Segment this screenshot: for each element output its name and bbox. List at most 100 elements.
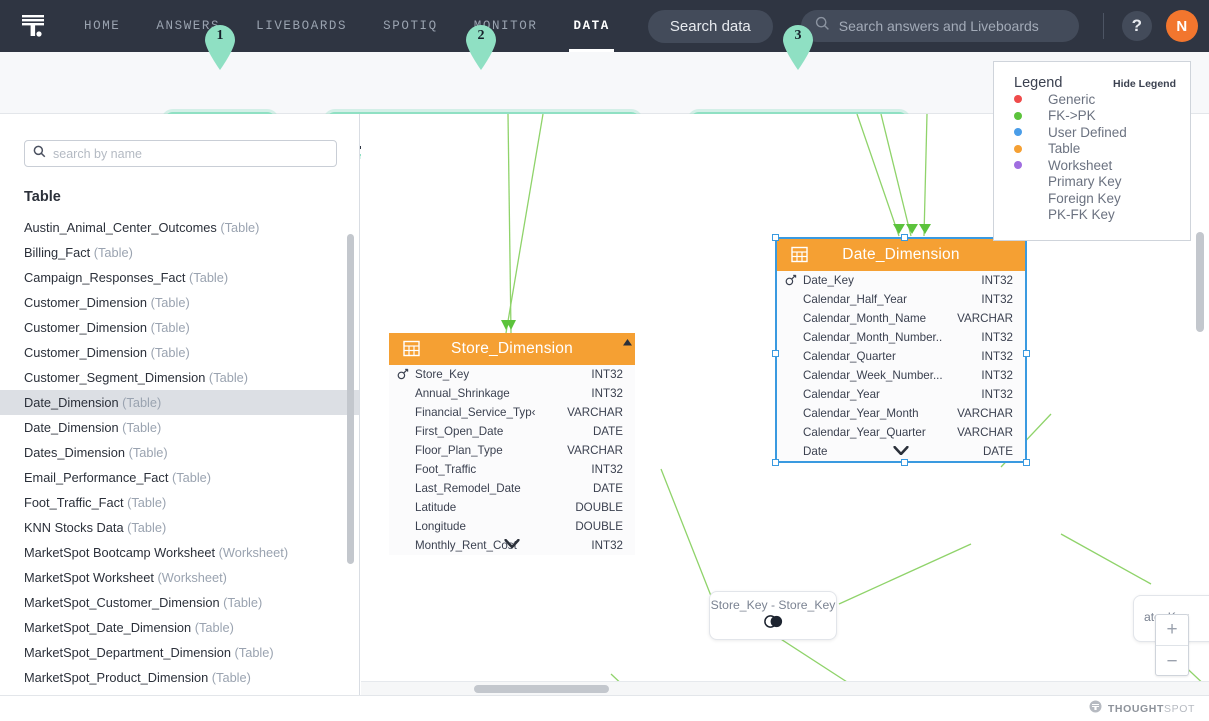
- table-card-header[interactable]: Store_Dimension: [389, 333, 635, 365]
- legend-color-dot-icon: [1014, 128, 1022, 136]
- zoom-in-button[interactable]: +: [1156, 615, 1188, 646]
- list-item-type: (Table): [185, 270, 228, 285]
- canvas-horizontal-scrollbar-thumb[interactable]: [474, 685, 609, 693]
- table-column-row[interactable]: Calendar_Week_Number...INT32: [777, 366, 1025, 385]
- canvas-vertical-scrollbar-thumb[interactable]: [1196, 232, 1204, 332]
- legend-color-dot-icon: [1014, 112, 1022, 120]
- resize-handle-e[interactable]: [1023, 350, 1030, 357]
- list-item[interactable]: MarketSpot_Date_Dimension (Table): [0, 615, 359, 640]
- list-item-type: (Table): [119, 420, 162, 435]
- sidebar-search-input[interactable]: search by name: [24, 140, 337, 167]
- resize-handle-se[interactable]: [1023, 459, 1030, 466]
- list-item-name: Foot_Traffic_Fact: [24, 495, 124, 510]
- resize-handle-nw[interactable]: [772, 234, 779, 241]
- list-item-name: MarketSpot_Product_Dimension: [24, 670, 208, 685]
- table-card-date-dimension[interactable]: Date_Dimension Date_KeyINT32Calendar_Hal…: [775, 237, 1027, 463]
- zoom-out-button[interactable]: −: [1156, 646, 1188, 677]
- list-item[interactable]: Customer_Segment_Dimension (Table): [0, 365, 359, 390]
- list-item-type: (Table): [125, 445, 168, 460]
- table-column-row[interactable]: Calendar_Half_YearINT32: [777, 290, 1025, 309]
- list-item[interactable]: Date_Dimension (Table): [0, 415, 359, 440]
- search-data-button[interactable]: Search data: [648, 10, 773, 43]
- expand-columns-caret-icon[interactable]: [505, 535, 520, 553]
- list-item[interactable]: Foot_Traffic_Fact (Table): [0, 490, 359, 515]
- list-item-name: Customer_Dimension: [24, 345, 147, 360]
- list-item[interactable]: Austin_Animal_Center_Outcomes (Table): [0, 215, 359, 240]
- list-item[interactable]: MarketSpot_Customer_Dimension (Table): [0, 590, 359, 615]
- table-column-row[interactable]: First_Open_DateDATE: [389, 422, 635, 441]
- step-marker-2: 2: [463, 23, 499, 71]
- list-item[interactable]: KNN Stocks Data (Table): [0, 515, 359, 540]
- list-item-type: (Table): [147, 345, 190, 360]
- user-avatar[interactable]: N: [1166, 10, 1198, 42]
- list-item-name: Billing_Fact: [24, 245, 90, 260]
- hide-legend-button[interactable]: Hide Legend: [1113, 78, 1176, 90]
- legend-entry-label: Foreign Key: [1048, 191, 1121, 206]
- collapse-caret-icon[interactable]: [622, 335, 633, 353]
- search-icon: [33, 145, 46, 163]
- table-column-row[interactable]: LongitudeDOUBLE: [389, 517, 635, 536]
- list-item[interactable]: Customer_Dimension (Table): [0, 290, 359, 315]
- list-item[interactable]: MarketSpot_Department_Dimension (Table): [0, 640, 359, 665]
- table-column-row[interactable]: Calendar_Year_MonthVARCHAR: [777, 404, 1025, 423]
- list-item[interactable]: Campaign_Responses_Fact (Table): [0, 265, 359, 290]
- table-column-row[interactable]: Calendar_QuarterINT32: [777, 347, 1025, 366]
- nav-item-home[interactable]: HOME: [66, 0, 138, 52]
- thoughtspot-brand: THOUGHTSPOT: [1089, 700, 1195, 718]
- table-column-row[interactable]: Annual_ShrinkageINT32: [389, 384, 635, 403]
- column-name: Calendar_Half_Year: [803, 292, 981, 308]
- column-data-type: VARCHAR: [567, 405, 623, 421]
- list-item[interactable]: Customer_Dimension (Table): [0, 315, 359, 340]
- help-button[interactable]: ?: [1122, 11, 1152, 41]
- step-marker-3-number: 3: [780, 28, 816, 44]
- global-search-input[interactable]: Search answers and Liveboards: [801, 10, 1079, 42]
- step-marker-3: 3: [780, 23, 816, 71]
- nav-item-liveboards[interactable]: LIVEBOARDS: [238, 0, 365, 52]
- list-item[interactable]: MarketSpot_Product_Dimension (Table): [0, 665, 359, 690]
- resize-handle-sw[interactable]: [772, 459, 779, 466]
- list-item[interactable]: Email_Performance_Fact (Table): [0, 465, 359, 490]
- sidebar-scrollbar-thumb[interactable]: [347, 234, 354, 564]
- table-column-row[interactable]: Last_Remodel_DateDATE: [389, 479, 635, 498]
- table-column-row[interactable]: LatitudeDOUBLE: [389, 498, 635, 517]
- search-icon: [815, 16, 830, 36]
- list-item-name: Customer_Segment_Dimension: [24, 370, 205, 385]
- nav-item-spotiq[interactable]: SPOTIQ: [365, 0, 456, 52]
- resize-handle-n[interactable]: [901, 234, 908, 241]
- list-item[interactable]: Dates_Dimension (Table): [0, 440, 359, 465]
- table-column-row[interactable]: Store_KeyINT32: [389, 365, 635, 384]
- join-label-store-key[interactable]: Store_Key - Store_Key: [709, 591, 837, 640]
- table-card-header[interactable]: Date_Dimension: [777, 239, 1025, 271]
- legend-panel: Legend Hide Legend GenericFK->PKUser Def…: [993, 61, 1191, 241]
- nav-item-data[interactable]: DATA: [555, 0, 627, 52]
- brand-text: THOUGHTSPOT: [1108, 703, 1195, 715]
- list-item[interactable]: MarketSpot Worksheet (Worksheet): [0, 565, 359, 590]
- table-column-row[interactable]: Financial_Service_Typ‹VARCHAR: [389, 403, 635, 422]
- expand-columns-caret-icon[interactable]: [894, 442, 909, 460]
- list-item[interactable]: Customer_Dimension (Table): [0, 340, 359, 365]
- table-column-row[interactable]: Date_KeyINT32: [777, 271, 1025, 290]
- table-column-row[interactable]: Calendar_Year_QuarterVARCHAR: [777, 423, 1025, 442]
- table-column-row[interactable]: Floor_Plan_TypeVARCHAR: [389, 441, 635, 460]
- column-name: Foot_Traffic: [415, 462, 591, 478]
- column-name: Floor_Plan_Type: [415, 443, 567, 459]
- canvas-horizontal-scrollbar[interactable]: [361, 681, 1209, 695]
- list-item[interactable]: Billing_Fact (Table): [0, 240, 359, 265]
- join-type-icon: [763, 615, 784, 633]
- legend-entry: User Defined: [994, 124, 1190, 141]
- table-column-row[interactable]: Calendar_Month_Number..INT32: [777, 328, 1025, 347]
- table-column-row[interactable]: Calendar_YearINT32: [777, 385, 1025, 404]
- table-column-row[interactable]: Foot_TrafficINT32: [389, 460, 635, 479]
- brand-bold: THOUGHT: [1108, 703, 1164, 715]
- list-item[interactable]: MarketSpot Bootcamp Worksheet (Worksheet…: [0, 540, 359, 565]
- thoughtspot-data-modeling-page: HOME ANSWERS LIVEBOARDS SPOTIQ MONITOR D…: [0, 0, 1209, 721]
- resize-handle-w[interactable]: [772, 350, 779, 357]
- resize-handle-s[interactable]: [901, 459, 908, 466]
- table-card-store-dimension[interactable]: Store_Dimension Store_KeyINT32Annual_Shr…: [389, 333, 635, 555]
- table-column-row[interactable]: Calendar_Month_NameVARCHAR: [777, 309, 1025, 328]
- thoughtspot-logo-icon[interactable]: [0, 11, 66, 41]
- list-item[interactable]: Date_Dimension (Table): [0, 390, 359, 415]
- list-item-type: (Table): [124, 495, 167, 510]
- legend-entry-label: Worksheet: [1048, 158, 1112, 173]
- brand-light: SPOT: [1164, 703, 1195, 715]
